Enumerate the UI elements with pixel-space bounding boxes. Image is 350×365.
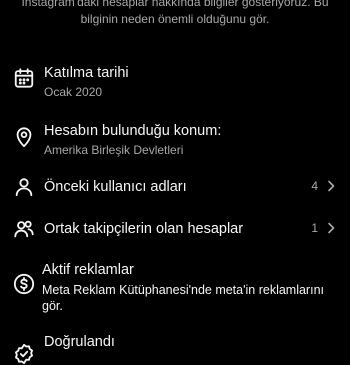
mutual-followers-title: Ortak takipçilerin olan hesaplar <box>44 221 244 237</box>
intro-text: Instagram'daki hesaplar hakkında bilgile… <box>0 0 350 28</box>
person-icon <box>13 176 35 198</box>
join-date-row: Katılma tarihi Ocak 2020 <box>0 64 350 104</box>
account-location-row: Hesabın bulunduğu konum: Amerika Birleşi… <box>0 122 350 162</box>
active-ads-row[interactable]: Aktif reklamlar Meta Reklam Kütüphanesi'… <box>0 261 350 317</box>
location-pin-icon <box>13 126 35 148</box>
mutual-followers-row[interactable]: Ortak takipçilerin olan hesaplar 1 <box>0 218 350 240</box>
dollar-circle-icon <box>13 273 35 295</box>
people-icon <box>13 218 35 240</box>
former-usernames-count: 4 <box>311 179 318 193</box>
former-usernames-title: Önceki kullanıcı adları <box>44 179 187 195</box>
active-ads-title: Aktif reklamlar <box>42 262 134 278</box>
verified-badge-icon <box>13 343 35 365</box>
verified-row: Doğrulandı <box>0 333 350 365</box>
join-date-value: Ocak 2020 <box>44 85 103 99</box>
intro-line-1: Instagram'daki hesaplar hakkında bilgile… <box>21 0 329 9</box>
account-location-value: Amerika Birleşik Devletleri <box>44 143 184 157</box>
intro-line-2: bilginin neden önemli olduğunu gör. <box>80 12 270 26</box>
former-usernames-row[interactable]: Önceki kullanıcı adları 4 <box>0 176 350 198</box>
account-location-title: Hesabın bulunduğu konum: <box>44 123 222 139</box>
chevron-right-icon <box>326 180 336 192</box>
active-ads-description: Meta Reklam Kütüphanesi'nde meta'in rekl… <box>42 283 324 313</box>
calendar-icon <box>13 67 35 89</box>
join-date-title: Katılma tarihi <box>44 65 129 81</box>
mutual-followers-count: 1 <box>311 221 318 235</box>
verified-title: Doğrulandı <box>44 334 115 350</box>
chevron-right-icon <box>326 222 336 234</box>
